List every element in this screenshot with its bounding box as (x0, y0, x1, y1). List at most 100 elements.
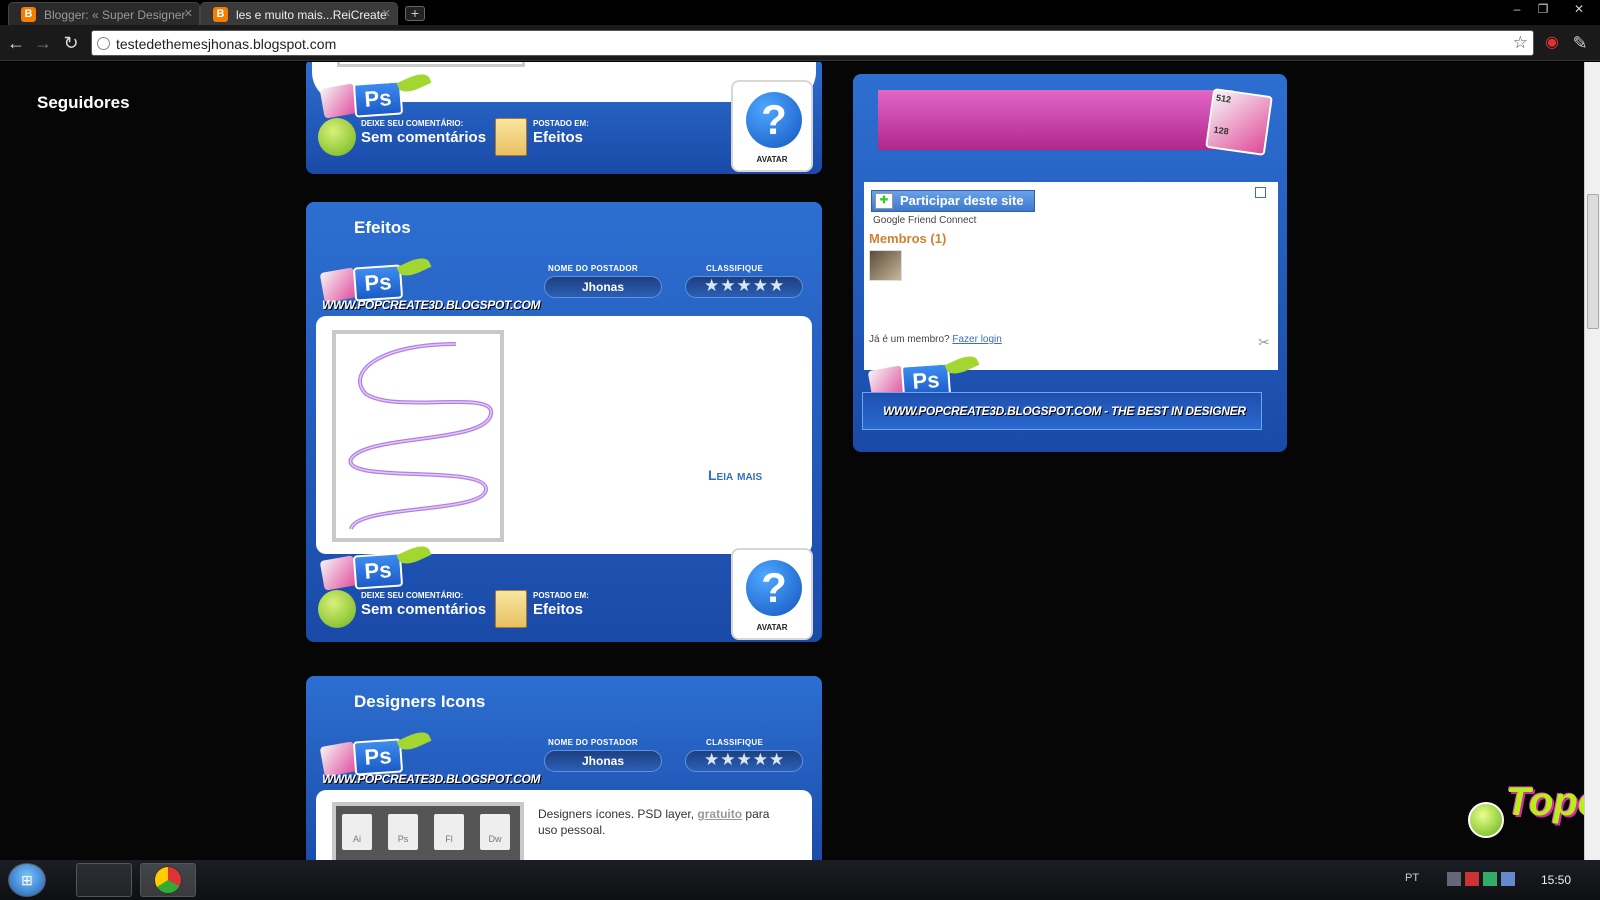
post-card-efeitos: Efeitos NOME DO POSTADOR Jhonas CLASSIFI… (306, 202, 822, 642)
blogger-favicon-icon: B (21, 7, 36, 22)
dw-file-icon: Dw (480, 814, 510, 850)
avatar-box: ? AVATAR (731, 548, 813, 640)
back-icon[interactable]: ← (5, 32, 27, 54)
avatar-label: AVATAR (756, 623, 788, 632)
tray-icon[interactable] (1483, 872, 1497, 886)
wrench-icon[interactable]: ✎ (1569, 32, 1591, 54)
maximize-button[interactable]: ❐ (1530, 0, 1556, 18)
gfc-label: Google Friend Connect (873, 215, 977, 226)
chrome-taskbar-icon[interactable] (140, 863, 196, 897)
question-mark-icon: ? (746, 560, 802, 616)
question-mark-icon: ? (746, 92, 802, 148)
network-tray-icon[interactable] (1447, 872, 1461, 886)
sidebar-banner: WWW.POPCREATE3D.BLOGSPOT.COM - THE BEST … (862, 392, 1262, 430)
minimize-button[interactable]: – (1504, 0, 1530, 18)
comment-label: DEIXE SEU COMENTÁRIO: (361, 119, 464, 128)
google-icon: ✚ (875, 193, 893, 209)
ps-file-icon: Ps (388, 814, 418, 850)
taskbar: ⊞ PT 15:50 (0, 860, 1600, 900)
volume-tray-icon[interactable] (1501, 872, 1515, 886)
post-card-designers-icons: Designers Icons NOME DO POSTADOR Jhonas … (306, 676, 822, 860)
members-count[interactable]: Membros (1) (869, 231, 946, 246)
address-bar[interactable]: testedethemesjhonas.blogspot.com ☆ (91, 30, 1534, 56)
post-thumbnail[interactable] (332, 330, 504, 542)
poster-name[interactable]: Jhonas (544, 276, 662, 298)
language-indicator[interactable]: PT (1405, 872, 1419, 884)
poster-name[interactable]: Jhonas (544, 750, 662, 772)
vertical-scrollbar[interactable] (1584, 62, 1600, 860)
already-text: Já é um membro? (869, 334, 950, 345)
close-window-button[interactable]: ✕ (1560, 0, 1598, 18)
close-tab-icon[interactable]: ✕ (184, 7, 193, 20)
sidebar-banner-text: WWW.POPCREATE3D.BLOGSPOT.COM - THE BEST … (883, 404, 1246, 418)
page-content: Ps DEIXE SEU COMENTÁRIO: Sem comentários… (0, 62, 1584, 860)
ps-logo-icon: Ps (312, 69, 432, 119)
posted-label: POSTADO EM: (533, 119, 589, 128)
join-label: Participar deste site (900, 193, 1024, 208)
rating-label: CLASSIFIQUE (706, 738, 764, 747)
comment-bubble-icon (318, 590, 356, 628)
member-avatar[interactable] (869, 250, 902, 281)
tab-reicreate[interactable]: B les e muito mais...ReiCreate ✕ (200, 2, 398, 25)
blogger-favicon-icon: B (213, 7, 228, 22)
tab-bar: B Blogger: « Super Designer ✕ B les e mu… (0, 0, 1600, 25)
notepad-icon (495, 118, 527, 156)
poster-label: NOME DO POSTADOR (548, 738, 638, 747)
banner-url-text: WWW.POPCREATE3D.BLOGSPOT.COM (322, 772, 541, 786)
purple-spiral-image (348, 342, 493, 530)
post-body: Ai Ps Fl Dw Designers ícones. PSD layer,… (316, 790, 812, 860)
bookmark-star-icon[interactable]: ☆ (1513, 33, 1528, 53)
comment-link[interactable]: Sem comentários (361, 129, 486, 146)
posted-category-link[interactable]: Efeitos (533, 601, 583, 618)
ps-logo-icon: Ps (312, 541, 432, 591)
taskbar-clock[interactable]: 15:50 (1541, 873, 1571, 887)
post-title[interactable]: Efeitos (354, 218, 411, 238)
badge-512: 512 (1215, 92, 1232, 105)
post-title[interactable]: Designers Icons (354, 692, 485, 712)
read-more-link[interactable]: Leia mais (708, 467, 762, 483)
post-thumbnail[interactable]: Ai Ps Fl Dw (332, 802, 524, 860)
posted-category-link[interactable]: Efeitos (533, 129, 583, 146)
up-arrow-icon (1468, 802, 1504, 838)
antivirus-tray-icon[interactable] (1465, 872, 1479, 886)
scrollbar-thumb[interactable] (1587, 194, 1599, 329)
chrome-logo-icon (154, 866, 182, 894)
join-site-button[interactable]: ✚ Participar deste site (871, 190, 1035, 212)
close-tab-icon[interactable]: ✕ (382, 7, 391, 20)
avatar-box: ? AVATAR (731, 80, 813, 172)
comment-link[interactable]: Sem comentários (361, 601, 486, 618)
forward-icon[interactable]: → (32, 32, 54, 54)
new-tab-button[interactable]: + (405, 6, 425, 21)
post-image-frame (337, 62, 525, 67)
tab-label: Blogger: « Super Designer (44, 8, 186, 22)
free-link[interactable]: gratuito (697, 807, 742, 821)
popout-icon[interactable] (1255, 187, 1266, 198)
topo-label: Topo (1506, 780, 1584, 824)
windows-start-icon[interactable]: ⊞ (8, 863, 46, 897)
post-card-previous: Ps DEIXE SEU COMENTÁRIO: Sem comentários… (306, 62, 822, 174)
post-body: Leia mais (316, 316, 812, 554)
ai-file-icon: Ai (342, 814, 372, 850)
settings-tools-icon[interactable]: ✂ (1258, 334, 1270, 351)
login-link[interactable]: Fazer login (952, 334, 1001, 345)
desc-text: Designers ícones. PSD layer, (538, 807, 698, 821)
rating-stars[interactable]: ★★★★★ (704, 276, 785, 296)
messenger-taskbar-icon[interactable] (76, 863, 132, 897)
rating-label: CLASSIFIQUE (706, 264, 764, 273)
fl-file-icon: Fl (434, 814, 464, 850)
banner-url-text: WWW.POPCREATE3D.BLOGSPOT.COM (322, 298, 541, 312)
reload-icon[interactable]: ↻ (60, 32, 82, 54)
comment-label: DEIXE SEU COMENTÁRIO: (361, 591, 464, 600)
back-to-top-button[interactable]: Topo (1468, 780, 1584, 840)
design-badge-icon: 512 128 (1205, 88, 1273, 156)
tab-blogger[interactable]: B Blogger: « Super Designer ✕ (8, 2, 200, 25)
browser-toolbar: ← → ↻ testedethemesjhonas.blogspot.com ☆… (0, 25, 1600, 61)
ps-logo-icon: Ps (312, 253, 432, 303)
posted-label: POSTADO EM: (533, 591, 589, 600)
post-description: Designers ícones. PSD layer, gratuito pa… (538, 806, 788, 838)
ps-logo-icon: Ps (312, 727, 432, 777)
followers-title: Seguidores (37, 93, 130, 112)
comment-bubble-icon (318, 118, 356, 156)
extension-icon[interactable]: ◉ (1541, 32, 1563, 54)
rating-stars[interactable]: ★★★★★ (704, 750, 785, 770)
